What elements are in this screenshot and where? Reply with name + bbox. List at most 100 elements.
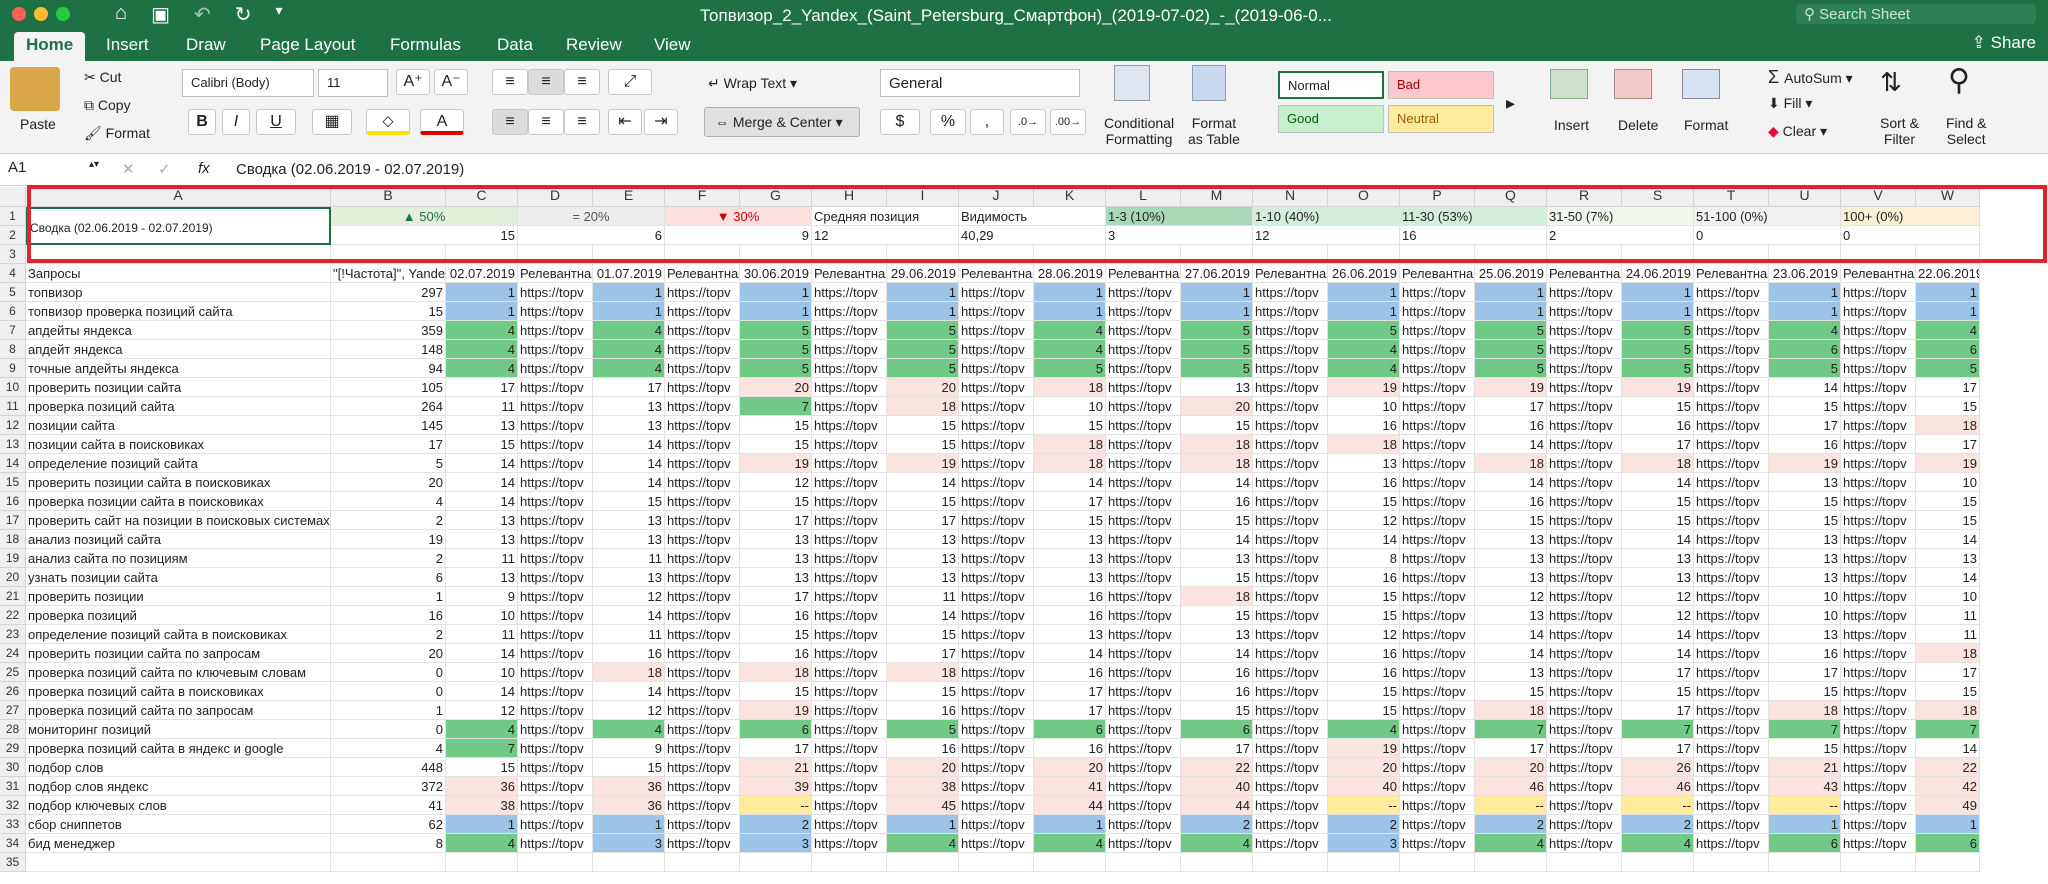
url-cell[interactable]: https://topv [1400,473,1475,492]
url-cell[interactable]: https://topv [518,492,593,511]
position-cell[interactable]: 15 [1181,568,1253,587]
url-cell[interactable]: https://topv [812,378,887,397]
column-header[interactable]: R [1547,187,1622,207]
url-cell[interactable]: https://topv [518,739,593,758]
position-cell[interactable]: 15 [887,625,959,644]
row-header[interactable]: 34 [0,834,26,853]
position-cell[interactable]: 15 [593,492,665,511]
save-icon[interactable]: ▣ [151,2,170,27]
column-header[interactable]: W [1916,187,1980,207]
position-cell[interactable]: 17 [887,511,959,530]
position-cell[interactable]: 15 [446,758,518,777]
cell[interactable] [1106,245,1181,264]
position-cell[interactable]: 16 [1181,492,1253,511]
minimize-window-icon[interactable] [34,7,48,21]
row-header[interactable]: 20 [0,568,26,587]
position-cell[interactable]: -- [1622,796,1694,815]
align-middle-button[interactable]: ≡ [528,69,564,95]
position-cell[interactable]: 3 [740,834,812,853]
url-cell[interactable]: https://topv [518,340,593,359]
url-cell[interactable]: https://topv [518,758,593,777]
position-cell[interactable]: 36 [446,777,518,796]
share-button[interactable]: ⇪ Share [1972,33,2036,53]
url-cell[interactable]: https://topv [1547,663,1622,682]
url-cell[interactable]: https://topv [959,492,1034,511]
url-cell[interactable]: https://topv [1400,397,1475,416]
url-cell[interactable]: https://topv [1400,454,1475,473]
position-cell[interactable]: 13 [446,511,518,530]
summary-title-cell[interactable]: Сводка (02.06.2019 - 02.07.2019) [26,207,331,245]
url-cell[interactable]: https://topv [1841,378,1916,397]
url-cell[interactable]: https://topv [1400,777,1475,796]
url-cell[interactable]: https://topv [1106,473,1181,492]
position-cell[interactable]: 6 [1769,340,1841,359]
position-cell[interactable]: 5 [740,359,812,378]
url-cell[interactable]: https://topv [812,321,887,340]
position-cell[interactable]: 6 [1034,720,1106,739]
position-cell[interactable]: 10 [1769,587,1841,606]
position-cell[interactable]: 1 [1034,302,1106,321]
position-cell[interactable]: 13 [1181,549,1253,568]
position-cell[interactable]: 17 [1034,701,1106,720]
url-cell[interactable]: https://topv [1253,663,1328,682]
position-cell[interactable]: 14 [887,606,959,625]
url-cell[interactable]: https://topv [1694,663,1769,682]
row-header[interactable]: 2 [0,226,26,245]
style-good[interactable]: Good [1278,105,1384,133]
position-cell[interactable]: 15 [1475,511,1547,530]
url-cell[interactable]: https://topv [959,530,1034,549]
row-header[interactable]: 31 [0,777,26,796]
url-cell[interactable]: https://topv [518,473,593,492]
column-title[interactable]: Релевантная [665,264,740,283]
url-cell[interactable]: https://topv [1400,720,1475,739]
position-cell[interactable]: 20 [887,758,959,777]
cell[interactable] [887,245,959,264]
customize-toolbar-icon[interactable]: ▾ [276,2,283,27]
decrease-decimal-button[interactable]: .00→ [1050,109,1086,135]
font-name-select[interactable]: Calibri (Body) [182,69,314,97]
position-cell[interactable]: 1 [887,302,959,321]
url-cell[interactable]: https://topv [518,625,593,644]
position-cell[interactable]: 12 [1622,587,1694,606]
url-cell[interactable]: https://topv [665,416,740,435]
position-cell[interactable]: 13 [1034,568,1106,587]
summary-label[interactable]: Видимость [959,207,1106,226]
url-cell[interactable]: https://topv [1253,568,1328,587]
url-cell[interactable]: https://topv [1841,796,1916,815]
column-header[interactable]: Q [1475,187,1547,207]
url-cell[interactable]: https://topv [1253,454,1328,473]
frequency-cell[interactable]: 8 [331,834,446,853]
position-cell[interactable]: 18 [1916,416,1980,435]
column-title[interactable]: 02.07.2019 [446,264,518,283]
position-cell[interactable]: 15 [1181,416,1253,435]
position-cell[interactable]: 18 [1916,644,1980,663]
url-cell[interactable]: https://topv [665,739,740,758]
cell[interactable] [593,853,665,872]
position-cell[interactable]: 21 [740,758,812,777]
cell[interactable] [1400,853,1475,872]
url-cell[interactable]: https://topv [1106,321,1181,340]
url-cell[interactable]: https://topv [518,834,593,853]
position-cell[interactable]: 16 [887,739,959,758]
column-title[interactable]: Релевантная [1400,264,1475,283]
url-cell[interactable]: https://topv [812,568,887,587]
query-cell[interactable]: проверка позиций сайта [26,397,331,416]
align-center-button[interactable]: ≡ [528,109,564,135]
position-cell[interactable]: 45 [887,796,959,815]
url-cell[interactable]: https://topv [1400,815,1475,834]
position-cell[interactable]: 16 [1034,587,1106,606]
url-cell[interactable]: https://topv [1253,739,1328,758]
url-cell[interactable]: https://topv [1400,416,1475,435]
url-cell[interactable]: https://topv [1106,283,1181,302]
position-cell[interactable]: 14 [593,435,665,454]
url-cell[interactable]: https://topv [959,739,1034,758]
tab-view[interactable]: View [642,32,703,61]
url-cell[interactable]: https://topv [1547,454,1622,473]
cell[interactable] [740,853,812,872]
style-neutral[interactable]: Neutral [1388,105,1494,133]
url-cell[interactable]: https://topv [1400,758,1475,777]
frequency-cell[interactable]: 148 [331,340,446,359]
cell[interactable] [740,245,812,264]
cell[interactable] [1622,853,1694,872]
url-cell[interactable]: https://topv [1694,454,1769,473]
